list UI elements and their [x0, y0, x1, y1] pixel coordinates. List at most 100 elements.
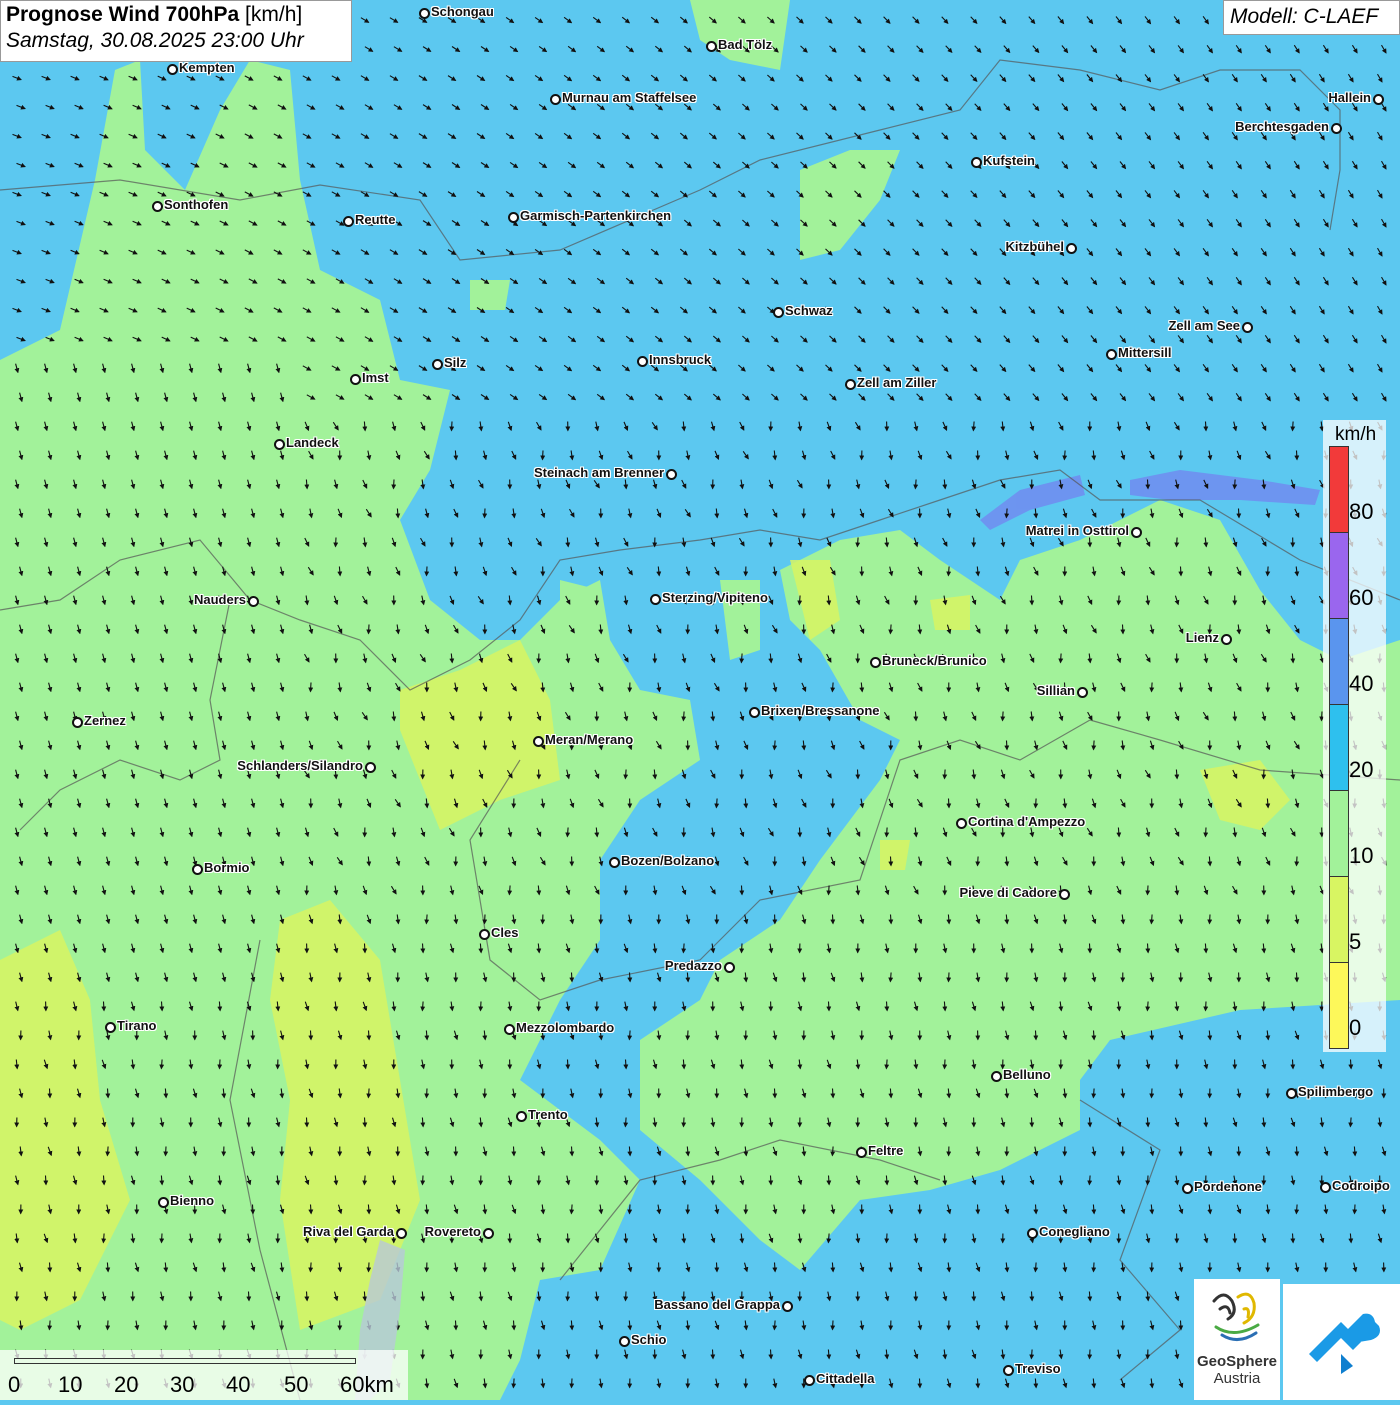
app-logo[interactable] — [1283, 1284, 1400, 1400]
wind-arrow — [1032, 596, 1033, 605]
wind-arrow — [829, 1176, 830, 1185]
wind-arrow — [625, 770, 626, 779]
wind-arrow — [978, 1379, 979, 1388]
map-title: Prognose Wind 700hPa — [6, 3, 239, 26]
wind-arrow — [1354, 1147, 1355, 1156]
wind-arrow — [1007, 741, 1008, 750]
wind-arrow — [832, 1263, 833, 1272]
wind-arrow — [161, 1176, 162, 1185]
wind-arrow — [887, 1002, 888, 1011]
scale-label: 60km — [340, 1372, 394, 1398]
city-label: Cles — [491, 925, 518, 940]
wind-arrow — [567, 828, 568, 837]
city-label: Mittersill — [1118, 345, 1171, 360]
legend-swatch — [1329, 876, 1349, 963]
wind-arrow — [1148, 1176, 1149, 1185]
city-label: Sillian — [1037, 683, 1075, 698]
city-label: Innsbruck — [649, 352, 711, 367]
wind-arrow — [948, 915, 949, 924]
wind-arrow — [687, 973, 688, 982]
wind-arrow — [916, 712, 917, 721]
wind-arrow — [626, 1292, 627, 1301]
wind-arrow — [219, 1002, 220, 1011]
wind-arrow — [1152, 1089, 1153, 1098]
wind-arrow — [1292, 654, 1293, 663]
wind-arrow — [107, 1263, 108, 1272]
wind-arrow — [571, 1321, 572, 1330]
wind-arrow — [1355, 1205, 1356, 1214]
city-marker — [350, 374, 361, 385]
wind-arrow — [1148, 480, 1149, 489]
geosphere-logo[interactable]: GeoSphereAustria — [1194, 1279, 1280, 1400]
wind-arrow — [510, 1234, 511, 1243]
wind-arrow — [800, 828, 801, 837]
wind-arrow — [1268, 567, 1269, 576]
city-marker — [773, 307, 784, 318]
wind-arrow — [886, 1176, 887, 1185]
wind-arrow — [1267, 799, 1268, 808]
wind-arrow — [890, 973, 891, 982]
city-label: Kitzbühel — [1006, 239, 1065, 254]
legend-swatch — [1329, 532, 1349, 619]
wind-arrow — [857, 538, 858, 547]
wind-arrow — [249, 1292, 250, 1301]
wind-arrow — [1006, 509, 1007, 518]
wind-arrow — [1351, 1060, 1352, 1069]
city-marker — [419, 8, 430, 19]
model-label: Modell: C-LAEF — [1223, 0, 1400, 35]
city-marker — [1059, 889, 1070, 900]
wind-arrow — [369, 1263, 370, 1272]
wind-arrow — [974, 1292, 975, 1301]
wind-arrow — [1123, 625, 1124, 634]
city-label: Bozen/Bolzano — [621, 853, 714, 868]
city-marker — [72, 717, 83, 728]
wind-arrow — [828, 1350, 829, 1359]
scale-label: 30 — [170, 1372, 194, 1398]
wind-arrow — [422, 1002, 423, 1011]
city-label: Belluno — [1003, 1067, 1051, 1082]
city-label: Treviso — [1015, 1361, 1061, 1376]
city-marker — [432, 359, 443, 370]
wind-arrow — [480, 944, 481, 953]
wind-arrow — [625, 1234, 626, 1243]
wind-arrow — [832, 683, 833, 692]
wind-arrow — [485, 509, 486, 518]
wind-arrow — [1061, 654, 1062, 663]
wind-arrow — [108, 1089, 109, 1098]
city-label: Trento — [528, 1107, 568, 1122]
map-unit: [km/h] — [245, 3, 302, 26]
wind-arrow — [832, 1147, 833, 1156]
city-label: Bormio — [204, 860, 250, 875]
wind-arrow — [945, 1060, 946, 1069]
wind-arrow — [165, 1089, 166, 1098]
wind-arrow — [455, 451, 456, 460]
wind-arrow — [625, 1118, 626, 1127]
city-label: Murnau am Staffelsee — [562, 90, 696, 105]
city-marker — [724, 962, 735, 973]
wind-arrow — [1297, 451, 1298, 460]
wind-arrow — [572, 1147, 573, 1156]
wind-arrow — [1293, 422, 1294, 431]
wind-arrow — [629, 1031, 630, 1040]
wind-arrow — [1090, 944, 1091, 953]
city-marker — [152, 201, 163, 212]
city-marker — [504, 1024, 515, 1035]
city-label: Spilimbergo — [1298, 1084, 1373, 1099]
city-label: Landeck — [286, 435, 339, 450]
wind-arrow — [422, 1118, 423, 1127]
wind-arrow — [949, 799, 950, 808]
city-label: Kempten — [179, 60, 235, 75]
city-label: Bassano del Grappa — [654, 1297, 780, 1312]
wind-arrow — [1090, 538, 1091, 547]
wind-arrow — [427, 567, 428, 576]
wind-arrow — [509, 886, 510, 895]
wind-arrow — [771, 1176, 772, 1185]
wind-arrow — [310, 1263, 311, 1272]
wind-arrow — [948, 567, 949, 576]
wind-arrow — [1148, 886, 1149, 895]
wind-arrow — [626, 1060, 627, 1069]
scale-label: 20 — [114, 1372, 138, 1398]
wind-arrow — [949, 973, 950, 982]
wind-arrow — [1206, 1002, 1207, 1011]
wind-arrow — [920, 1379, 921, 1388]
